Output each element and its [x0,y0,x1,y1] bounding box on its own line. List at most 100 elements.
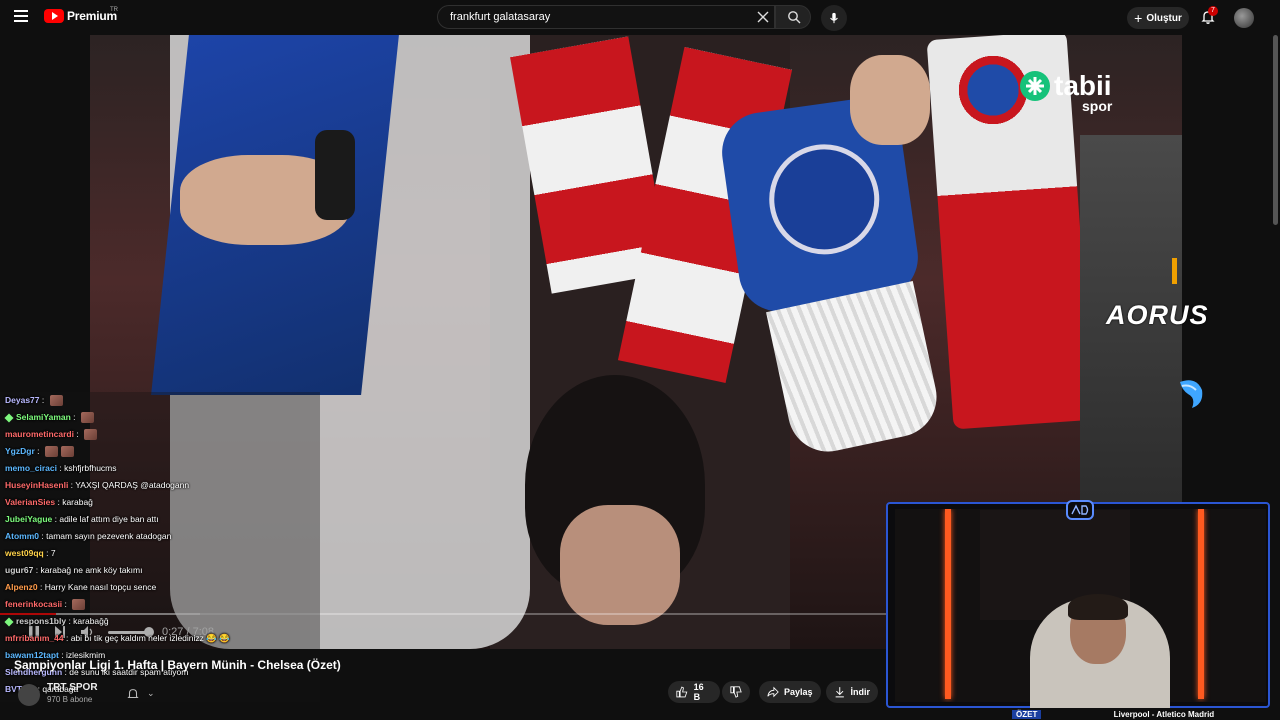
search-box [437,5,775,29]
video-scene-bayern-crest [958,45,1028,135]
tabii-text: tabii [1054,70,1112,101]
youtube-premium-logo[interactable]: Premium TR [44,7,118,23]
download-icon [835,687,844,698]
share-label: Paylaş [784,687,813,697]
chat-separator: : [37,582,45,592]
chat-username[interactable]: mfrribanım_44 [5,633,64,643]
chat-username[interactable]: fenerinkocasii [5,599,62,609]
overlay-orange-bar [1172,258,1177,284]
chat-emote-icon [80,412,94,424]
chat-message: YgzDgr : [5,445,74,458]
chat-message: Alpenz0 : Harry Kane nasıl topçu sence [5,581,156,593]
chat-message: mfrribanım_44 : abi bı tik geç kaldım ne… [5,632,230,644]
chat-message: ugur67 : karabağ ne amk köy takımı [5,564,142,576]
badge-gem-icon [4,617,14,627]
create-button[interactable]: + Oluştur [1127,7,1189,29]
ticker-text: Liverpool - Atletico Madrid [1113,710,1215,719]
notification-badge: 7 [1208,6,1218,16]
chat-username[interactable]: JubeiYague [5,514,52,524]
chat-emote-icon [49,395,63,407]
chat-username[interactable]: ValerianSies [5,497,55,507]
hamburger-menu-icon[interactable] [14,10,28,22]
chat-separator: : [39,395,47,405]
chat-text: kshfjrbfhucms [64,463,117,473]
chat-message: HuseyinHasenli : YAXŞI QARDAŞ @atadogann [5,479,189,491]
chat-username[interactable]: west09qq [5,548,44,558]
chat-message: respons1bly : karabağğ [4,615,109,627]
streamer-logo-icon [1066,500,1094,520]
plus-icon: + [1134,10,1143,26]
chelsea-crest [762,137,887,262]
chevron-down-icon[interactable]: ⌄ [147,688,155,699]
chat-text: adile laf attım diye ban attı [59,514,159,524]
like-button[interactable]: 16 B [668,681,720,703]
close-icon[interactable] [756,10,770,24]
channel-name[interactable]: TRT SPOR [47,682,98,693]
chat-overlay: Deyas77 : SelamiYaman : maurometincardi … [0,392,320,702]
chat-separator: : [62,599,70,609]
chat-separator: : [73,429,82,439]
chat-text: abi bı tik geç kaldım neler izledinizz 😂… [70,633,230,643]
chat-username[interactable]: Atomm0 [5,531,39,541]
chat-username[interactable]: YgzDgr [5,446,35,456]
tabii-subtext: spor [1082,98,1113,114]
chat-message: SelamiYaman : [4,411,94,424]
youtube-play-icon [44,9,64,23]
chat-emote-icon [44,446,58,458]
chat-text: karabağ ne amk köy takımı [40,565,143,575]
chat-emote-icon [60,446,74,458]
badge-gem-icon [4,413,14,423]
chat-message: Atomm0 : tamam sayın pezevenk atadogan [5,530,171,542]
webcam-person-hair [1068,594,1128,620]
download-label: İndir [850,687,871,697]
chat-username[interactable]: ugur67 [5,565,33,575]
microphone-icon [830,12,838,24]
video-scene-watch [315,130,355,220]
chat-username[interactable]: respons1bly [16,616,66,626]
chat-emote-icon [84,429,98,441]
subscription-bell-icon[interactable] [126,687,140,701]
chat-message: JubeiYague : adile laf attım diye ban at… [5,513,159,525]
search-input[interactable] [448,10,742,24]
bird-mascot-icon [1180,380,1203,408]
video-scene-white-fringe [766,281,944,459]
chat-text: Harry Kane nasıl topçu sence [44,582,157,592]
chat-text: tamam sayın pezevenk atadogan [46,531,172,541]
chat-message: maurometincardi : [5,428,98,441]
chat-message: ValerianSies : karabağ [5,496,93,508]
tabii-watermark: tabii [1020,71,1112,101]
search-button[interactable] [775,5,811,29]
video-title: Şampiyonlar Ligi 1. Hafta | Bayern Münih… [14,658,341,672]
share-icon [767,686,779,698]
chat-separator: : [63,633,71,643]
chat-username[interactable]: Deyas77 [5,395,40,405]
chat-username[interactable]: memo_ciraci [5,463,57,473]
page-scrollbar[interactable] [1273,35,1278,225]
chat-separator: : [43,548,51,558]
channel-subscribers: 970 B abone [47,695,93,704]
chat-username[interactable]: Alpenz0 [5,582,38,592]
chat-username[interactable]: HuseyinHasenli [5,480,68,490]
account-avatar[interactable] [1234,8,1254,28]
like-count: 16 B [693,682,704,702]
chat-username[interactable]: SelamiYaman [16,412,71,422]
channel-avatar[interactable] [18,684,40,706]
chat-emote-icon [72,599,86,611]
voice-search-button[interactable] [821,5,847,31]
chat-text: karabağğ [73,616,109,626]
chat-username[interactable]: maurometincardi [5,429,74,439]
download-button[interactable]: İndir [826,681,878,703]
video-scene-hand-2 [850,55,930,145]
chat-message: fenerinkocasii : [5,598,86,611]
share-button[interactable]: Paylaş [759,681,821,703]
video-scene-face [560,505,680,625]
search-icon [788,11,801,24]
chat-text: 7 [50,548,56,558]
aorus-logo: AORUS [1106,300,1209,330]
dislike-button[interactable] [722,681,750,703]
chat-separator: : [56,463,65,473]
top-bar: Premium TR + Oluştur 7 [0,0,1280,35]
thumbs-down-icon [730,686,742,698]
chat-separator: : [34,446,42,456]
bottom-ticker: ÖZET Liverpool - Atletico Madrid [1012,710,1214,719]
